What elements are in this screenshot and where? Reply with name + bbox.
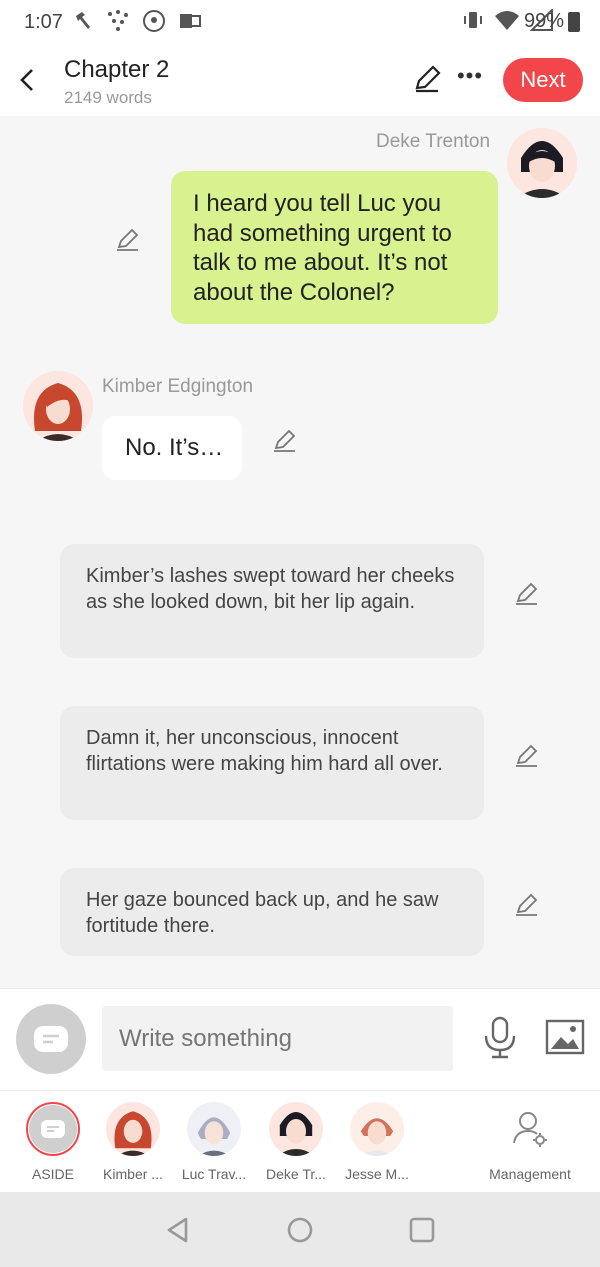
avatar-jesse-image <box>350 1102 404 1156</box>
edit-message-button[interactable] <box>270 426 300 456</box>
nav-recents-button[interactable] <box>408 1216 436 1249</box>
dots-icon <box>108 10 128 31</box>
avatar-deke-image <box>269 1102 323 1156</box>
aside-toggle-button[interactable] <box>16 1004 86 1074</box>
avatar-kimber-image <box>106 1102 160 1156</box>
character-jesse[interactable]: Jesse M... <box>337 1102 417 1182</box>
status-left-icons <box>72 9 202 33</box>
character-avatar <box>269 1102 323 1156</box>
avatar-luc-image <box>187 1102 241 1156</box>
character-avatar <box>106 1102 160 1156</box>
nav-home-button[interactable] <box>286 1216 314 1249</box>
back-button[interactable] <box>10 62 46 98</box>
microphone-icon <box>484 1016 516 1059</box>
narration-icon <box>34 1026 68 1052</box>
avatar-deke[interactable] <box>507 128 577 198</box>
pencil-icon <box>117 228 139 251</box>
wifi-icon <box>495 11 519 30</box>
character-aside[interactable]: ASIDE <box>13 1102 93 1182</box>
pencil-icon <box>516 744 538 767</box>
chapter-title: Chapter 2 <box>64 56 170 83</box>
message-bubble-received[interactable]: No. It’s… <box>102 416 242 480</box>
back-arrow-icon <box>20 69 33 91</box>
nav-back-button[interactable] <box>164 1216 192 1249</box>
battery-indicator: 99% <box>524 10 580 33</box>
character-label: Deke Tr... <box>266 1166 326 1182</box>
character-label: Kimber ... <box>103 1166 163 1182</box>
voice-input-button[interactable] <box>480 1016 520 1060</box>
character-avatar <box>350 1102 404 1156</box>
speaker-name: Deke Trenton <box>376 131 491 152</box>
message-input[interactable] <box>102 1006 453 1071</box>
edit-chapter-button[interactable] <box>412 64 448 100</box>
system-nav-bar <box>0 1192 600 1267</box>
pencil-icon <box>516 582 538 605</box>
battery-percent: 99% <box>523 10 564 32</box>
character-luc[interactable]: Luc Trav... <box>174 1102 254 1182</box>
character-label: ASIDE <box>31 1166 74 1182</box>
header: Chapter 2 2149 words ••• Next <box>0 44 600 116</box>
insert-image-button[interactable] <box>545 1019 585 1055</box>
management-icon-wrap <box>503 1102 557 1156</box>
avatar-deke-image <box>507 128 577 198</box>
battery-icon <box>568 11 580 32</box>
edit-narration-button[interactable] <box>512 890 542 920</box>
management-button[interactable]: Management <box>484 1102 576 1182</box>
status-bar: 1:07 99% <box>0 0 600 44</box>
speaker-name: Kimber Edgington <box>102 376 254 397</box>
user-settings-icon <box>513 1112 547 1147</box>
word-count: 2149 words <box>64 88 152 107</box>
circle-home-icon <box>287 1217 313 1243</box>
status-time: 1:07 <box>24 11 63 33</box>
vibrate-icon <box>464 12 482 28</box>
triangle-back-icon <box>167 1217 188 1243</box>
podcast-icon <box>143 10 165 32</box>
character-label: Management <box>489 1166 571 1182</box>
outlook-icon <box>180 14 201 28</box>
edit-narration-button[interactable] <box>512 741 542 771</box>
character-avatar <box>187 1102 241 1156</box>
narration-block[interactable]: Damn it, her unconscious, innocent flirt… <box>60 706 484 820</box>
square-recents-icon <box>409 1217 435 1243</box>
narration-block[interactable]: Kimber’s lashes swept toward her cheeks … <box>60 544 484 658</box>
more-options-button[interactable]: ••• <box>452 62 488 98</box>
pencil-icon <box>415 65 441 93</box>
edit-narration-button[interactable] <box>512 579 542 609</box>
narration-icon <box>41 1120 65 1138</box>
message-bubble-sent[interactable]: I heard you tell Luc you had something u… <box>171 171 498 324</box>
image-icon <box>545 1019 585 1055</box>
character-deke[interactable]: Deke Tr... <box>256 1102 336 1182</box>
character-kimber[interactable]: Kimber ... <box>93 1102 173 1182</box>
character-label: Luc Trav... <box>181 1166 247 1182</box>
hammer-icon <box>76 12 90 29</box>
narration-block[interactable]: Her gaze bounced back up, and he saw for… <box>60 868 484 956</box>
avatar-kimber[interactable] <box>23 371 93 441</box>
pencil-icon <box>274 429 296 452</box>
avatar-kimber-image <box>23 371 93 441</box>
character-label: Jesse M... <box>345 1166 409 1182</box>
edit-message-button[interactable] <box>113 225 143 255</box>
next-button[interactable]: Next <box>503 58 583 102</box>
pencil-icon <box>516 893 538 916</box>
aside-avatar <box>26 1102 80 1156</box>
